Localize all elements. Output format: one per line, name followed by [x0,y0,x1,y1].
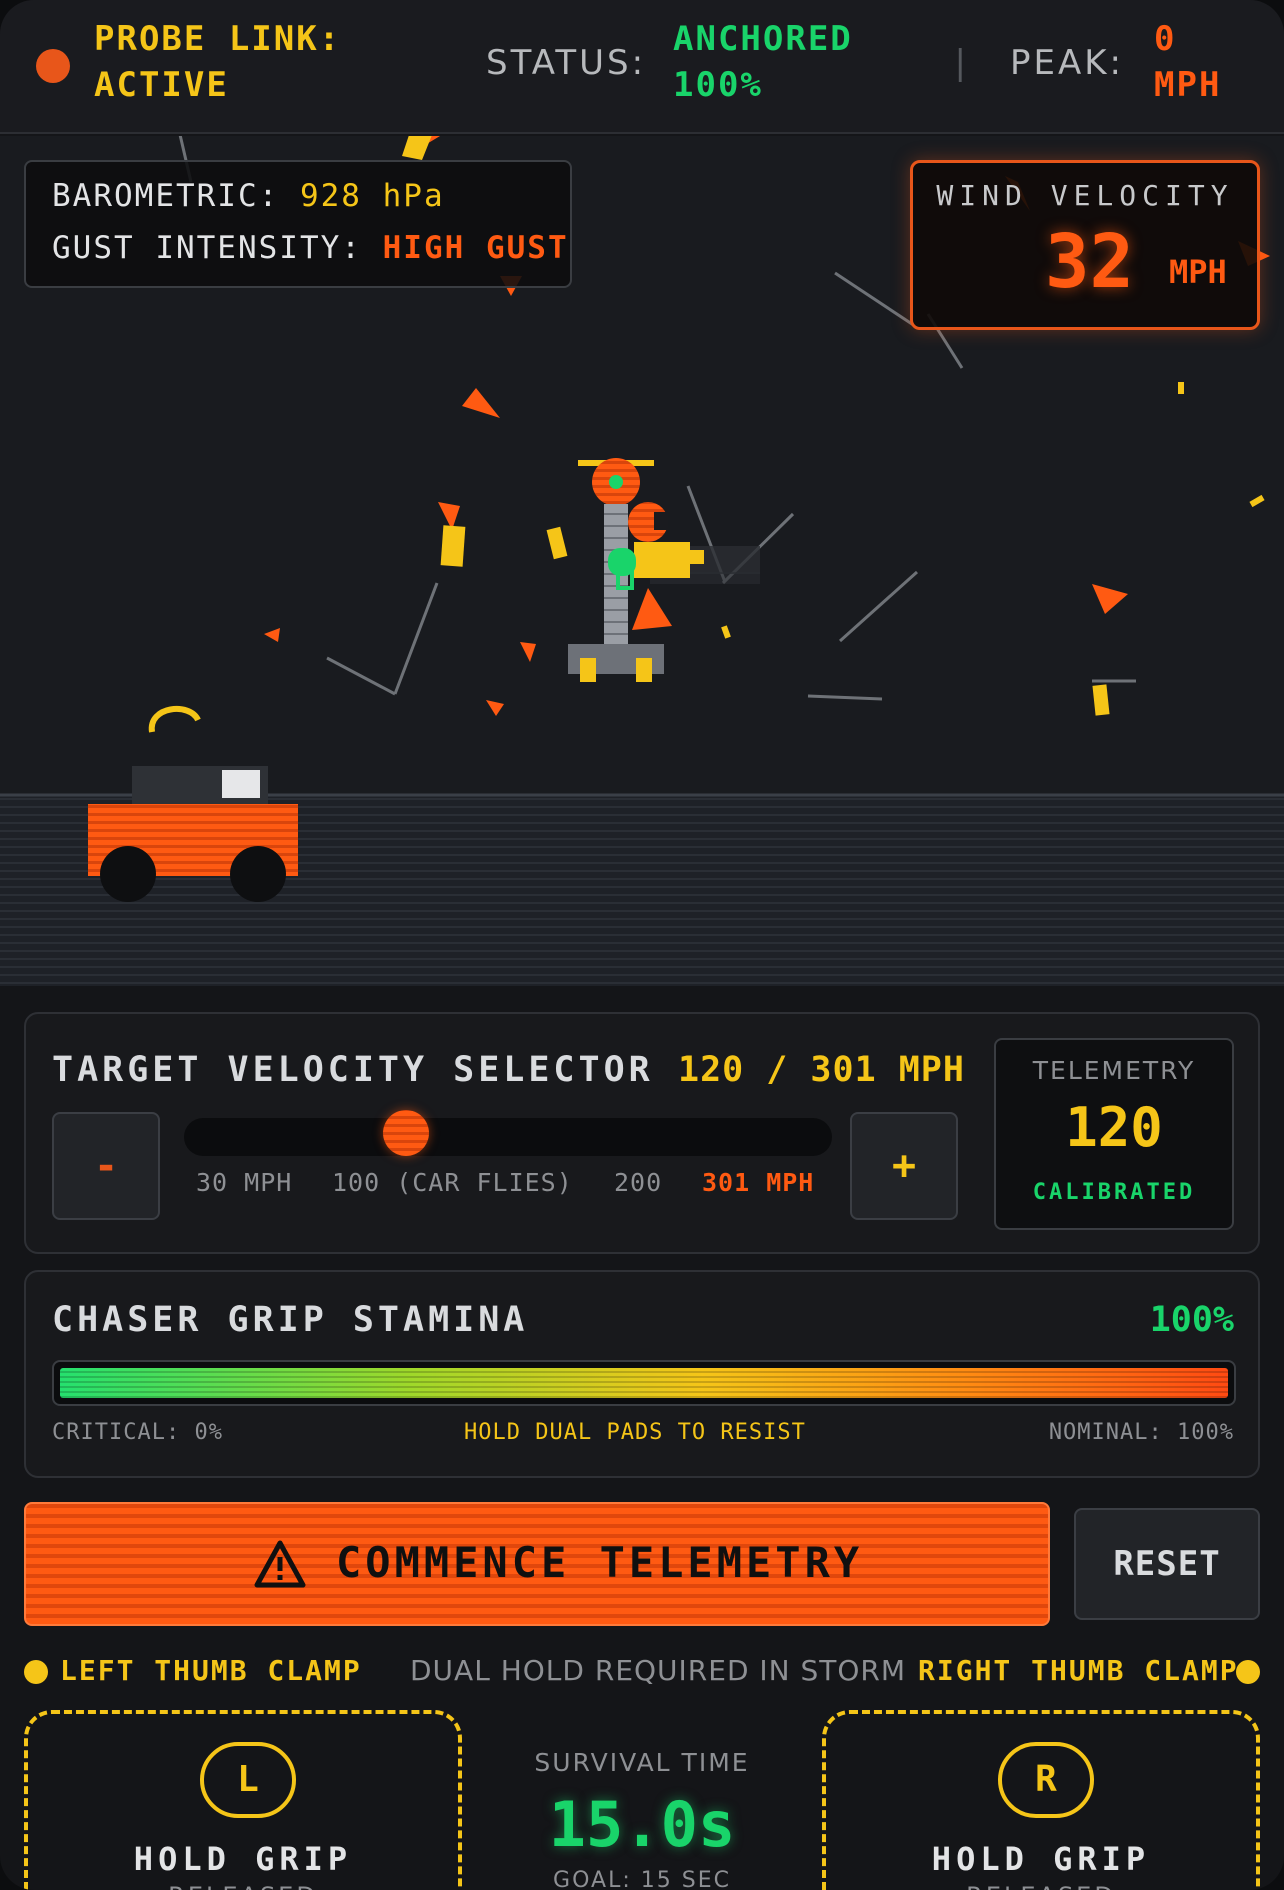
gust-value: HIGH GUST [382,230,569,266]
warning-triangle-icon [254,1540,306,1588]
wind-velocity-unit: MPH [1169,253,1227,291]
right-clamp-indicator-icon [1236,1660,1260,1684]
left-grip-pad[interactable]: L HOLD GRIP RELEASED [24,1710,462,1890]
velocity-selector-panel: TARGET VELOCITY SELECTOR 120 / 301 MPH -… [24,1012,1260,1254]
tick-label-max: 301 MPH [702,1168,815,1197]
decrease-velocity-button[interactable]: - [52,1112,160,1220]
commence-telemetry-button[interactable]: COMMENCE TELEMETRY [24,1502,1050,1626]
wind-velocity-display: WIND VELOCITY 32 MPH [910,160,1260,330]
stamina-percent: 100% [1149,1300,1234,1340]
survival-time-title: SURVIVAL TIME [534,1748,750,1777]
velocity-selector-title: TARGET VELOCITY SELECTOR [52,1050,654,1090]
wind-velocity-value: 32 [1045,219,1135,305]
stamina-critical-label: CRITICAL: 0% [52,1420,223,1445]
tick-label: 100 (CAR FLIES) [332,1168,573,1197]
velocity-slider-track[interactable] [184,1118,832,1156]
survival-time-value: 15.0s [548,1788,736,1861]
probe-link-status: PROBE LINK: ACTIVE [94,19,342,105]
anchor-status-value: ANCHORED 100% [673,19,853,105]
storm-chaser [608,502,760,590]
right-key-badge: R [998,1742,1094,1818]
left-thumb-clamp-label: LEFT THUMB CLAMP [60,1654,362,1687]
wind-velocity-title: WIND VELOCITY [936,179,1234,212]
telemetry-state: CALIBRATED [1032,1180,1196,1205]
barometric-label: BAROMETRIC: [52,178,280,214]
increase-velocity-button[interactable]: + [850,1112,958,1220]
status-bar: PROBE LINK: ACTIVE STATUS: ANCHORED 100%… [0,0,1284,134]
right-grip-action: HOLD GRIP [931,1840,1151,1878]
telemetry-box: TELEMETRY 120 CALIBRATED [994,1038,1234,1230]
velocity-readout: 120 / 301 MPH [678,1050,965,1090]
barometric-value: 928 hPa [299,178,445,214]
left-grip-action: HOLD GRIP [133,1840,353,1878]
telemetry-value: 120 [1065,1096,1163,1159]
stamina-bar [52,1360,1236,1406]
peak-speed-value: 0 MPH [1154,19,1222,105]
peak-label: PEAK: [1010,43,1124,83]
reset-button[interactable]: RESET [1074,1508,1260,1620]
stamina-hint: HOLD DUAL PADS TO RESIST [464,1420,806,1445]
status-label: STATUS: [486,43,647,83]
tick-label: 30 MPH [196,1168,293,1197]
grip-stamina-panel: CHASER GRIP STAMINA 100% CRITICAL: 0% HO… [24,1270,1260,1478]
barometric-line: BAROMETRIC: 928 hPa [52,178,445,214]
left-grip-state: RELEASED [28,1882,458,1890]
gust-label: GUST INTENSITY: [52,230,362,266]
right-grip-state: RELEASED [826,1882,1256,1890]
storm-scene: BAROMETRIC: 928 hPa GUST INTENSITY: HIGH… [0,136,1284,986]
probe-indicator-icon [36,49,70,83]
barometric-readout: BAROMETRIC: 928 hPa GUST INTENSITY: HIGH… [24,160,572,288]
right-thumb-clamp-label: RIGHT THUMB CLAMP [918,1654,1239,1687]
orange-truck [88,705,298,902]
velocity-slider-thumb[interactable] [382,1110,429,1156]
survival-goal: GOAL: 15 SEC [553,1868,731,1890]
header-divider: | [950,43,973,83]
game-screen: PROBE LINK: ACTIVE STATUS: ANCHORED 100%… [0,0,1284,1890]
left-key-badge: L [200,1742,296,1818]
stamina-title: CHASER GRIP STAMINA [52,1300,529,1340]
tick-label: 200 [614,1168,663,1197]
right-grip-pad[interactable]: R HOLD GRIP RELEASED [822,1710,1260,1890]
commence-telemetry-label: COMMENCE TELEMETRY [336,1538,864,1587]
stamina-bar-fill [60,1368,1228,1398]
left-clamp-indicator-icon [24,1660,48,1684]
dual-hold-hint: DUAL HOLD REQUIRED IN STORM [410,1654,907,1687]
gust-line: GUST INTENSITY: HIGH GUST [52,230,569,266]
stamina-nominal-label: NOMINAL: 100% [1048,1420,1234,1445]
telemetry-title: TELEMETRY [1032,1056,1196,1085]
